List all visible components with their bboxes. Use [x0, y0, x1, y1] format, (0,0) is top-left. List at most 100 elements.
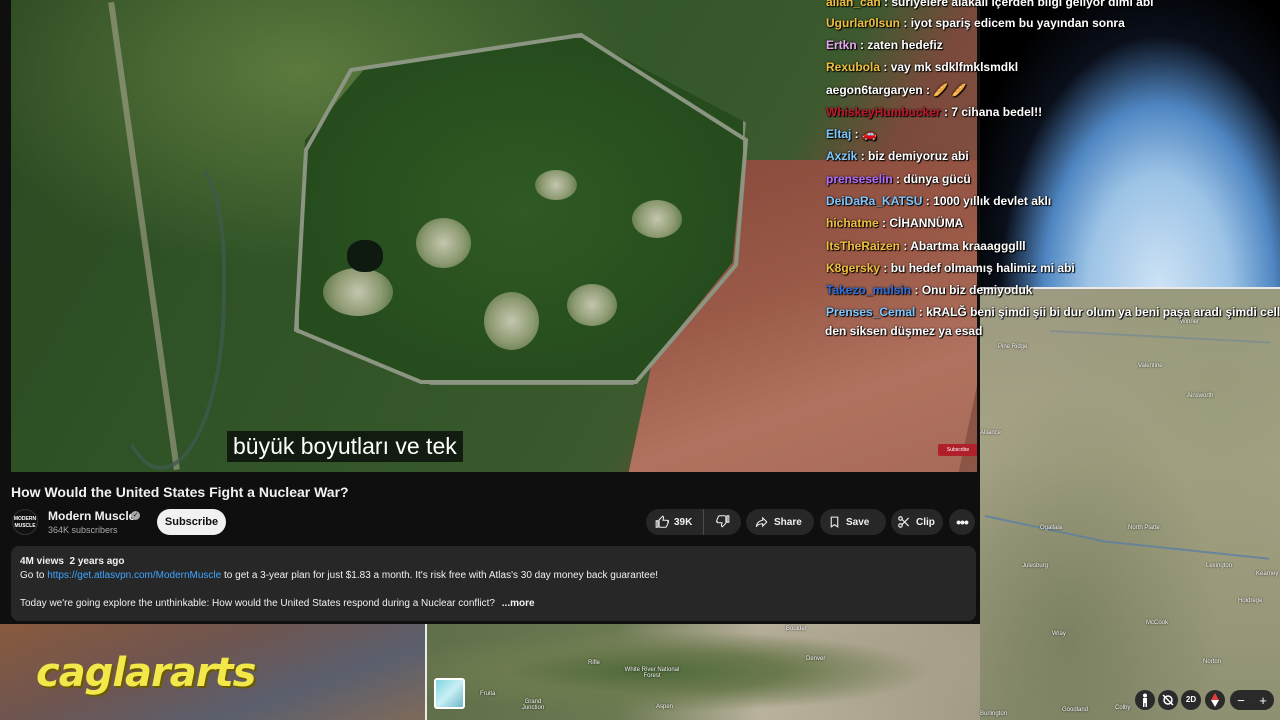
chat-separator: :: [922, 83, 934, 97]
scissors-icon: [897, 515, 911, 529]
chat-message: Eltaj : 🚗: [826, 127, 877, 141]
chat-separator: :: [880, 0, 892, 9]
missile-silo: [323, 268, 393, 316]
map-label-winner: Winner: [1180, 319, 1200, 325]
chat-username[interactable]: prenseselin: [826, 172, 893, 186]
chat-username[interactable]: ItsTheRaizen: [826, 239, 900, 253]
description-line: Go to https://get.atlasvpn.com/ModernMus…: [20, 570, 658, 581]
zoom-control: − +: [1230, 690, 1274, 710]
location-off-icon[interactable]: [1158, 690, 1178, 710]
compass-icon[interactable]: [1205, 690, 1225, 710]
chat-text: 🥖 🥖: [933, 83, 967, 97]
chat-text: süriyelere alakalı içerden bilgi geliyor…: [891, 0, 1154, 9]
more-actions-button[interactable]: •••: [949, 509, 975, 535]
terrain-map-bottom-view[interactable]: [425, 623, 980, 720]
share-arrow-icon: [754, 515, 769, 529]
chat-message: Axzik : biz demiyoruz abi: [826, 149, 969, 163]
terrain-map-view[interactable]: [978, 288, 1280, 720]
map-label-kearney: Kearney: [1256, 571, 1279, 577]
view-count: 4M views: [20, 556, 64, 567]
chat-separator: :: [880, 261, 891, 275]
share-label: Share: [774, 516, 802, 528]
subscribe-watermark[interactable]: Subscribe: [938, 444, 977, 456]
chat-message: DeiDaRa_KATSU : 1000 yıllık devlet aklı: [826, 194, 1051, 208]
description-prefix: Go to: [20, 570, 45, 581]
sponsor-link[interactable]: https://get.atlasvpn.com/ModernMuscle: [47, 570, 221, 581]
map-label-white-river: White River National Forest: [624, 667, 680, 679]
chat-text: 7 cihana bedel!!: [951, 105, 1043, 119]
channel-avatar[interactable]: MODERN MUSCLE: [12, 509, 38, 535]
chat-separator: :: [922, 194, 934, 208]
map-layer-toggle[interactable]: [434, 678, 465, 709]
description-suffix: to get a 3-year plan for just $1.83 a mo…: [224, 570, 659, 581]
chat-message: ItsTheRaizen : Abartma kraaaggglll: [826, 239, 1026, 253]
like-button[interactable]: 39K: [646, 509, 704, 535]
chat-username[interactable]: hichatme: [826, 216, 879, 230]
map-label-denver: Denver: [806, 656, 826, 662]
description-text: Today we're going explore the unthinkabl…: [20, 598, 495, 609]
chat-message: Takezo_mulsin : Onu biz demiyoduk: [826, 283, 1032, 297]
more-dots-icon: •••: [956, 514, 969, 530]
chat-username[interactable]: Prenses_Cemal: [826, 305, 915, 319]
dislike-button[interactable]: [704, 509, 741, 535]
chat-message: aegon6targaryen : 🥖 🥖: [826, 83, 967, 97]
chat-username[interactable]: WhiskeyHumbucker: [826, 105, 941, 119]
chat-username[interactable]: K8gersky: [826, 261, 880, 275]
map-label-alliance: Alliance: [980, 430, 1002, 436]
chat-username[interactable]: aegon6targaryen: [826, 83, 923, 97]
chat-message: Rexubola : vay mk sdklfmklsmdkl: [826, 60, 1018, 74]
chat-text: vay mk sdklfmklsmdkl: [890, 60, 1019, 74]
view-2d-button[interactable]: 2D: [1181, 690, 1201, 710]
chat-username[interactable]: Takezo_mulsin: [826, 283, 911, 297]
chat-username[interactable]: Axzik: [826, 149, 857, 163]
chat-separator: :: [857, 149, 869, 163]
chat-text: dünya gücü: [903, 172, 971, 186]
chat-username[interactable]: Ertkn: [826, 38, 857, 52]
thumbs-down-icon: [715, 514, 730, 531]
chat-username[interactable]: allah_can: [826, 0, 881, 9]
chat-text: 1000 yıllık devlet aklı: [933, 194, 1052, 208]
map-label-goodland: Goodland: [1062, 707, 1089, 713]
share-button[interactable]: Share: [746, 509, 814, 535]
subscribe-button[interactable]: Subscribe: [157, 509, 226, 535]
like-dislike-group: 39K: [646, 509, 741, 535]
chat-separator: :: [892, 172, 904, 186]
chat-text: zaten hedefiz: [867, 38, 943, 52]
subscriber-count: 364K subscribers: [48, 525, 118, 535]
chat-text: Abartma kraaaggglll: [910, 239, 1026, 253]
map-label-rifle: Rifle: [588, 660, 601, 666]
chat-username[interactable]: Ugurlar0lsun: [826, 16, 900, 30]
like-count: 39K: [674, 516, 693, 528]
map-label-aspen: Aspen: [656, 704, 674, 710]
chat-separator: :: [900, 239, 911, 253]
clip-button[interactable]: Clip: [891, 509, 943, 535]
chat-text: iyot spariş edicem bu yayından sonra: [910, 16, 1125, 30]
video-meta: 4M views 2 years ago: [20, 556, 125, 567]
chat-text: Onu biz demiyoduk: [921, 283, 1033, 297]
chat-separator: :: [915, 305, 927, 319]
save-label: Save: [846, 516, 870, 528]
chat-separator: :: [900, 16, 911, 30]
pegman-icon[interactable]: [1135, 690, 1155, 710]
zoom-out-button[interactable]: −: [1237, 693, 1245, 708]
chat-username[interactable]: DeiDaRa_KATSU: [826, 194, 922, 208]
zoom-in-button[interactable]: +: [1259, 693, 1267, 708]
chat-message: K8gersky : bu hedef olmamış halimiz mi a…: [826, 261, 1075, 275]
streamer-logo: caglararts: [36, 650, 256, 696]
upload-age: 2 years ago: [69, 556, 125, 567]
map-label-norton: Norton: [1203, 659, 1222, 665]
chat-username[interactable]: Rexubola: [826, 60, 880, 74]
channel-name[interactable]: Modern Muscle: [48, 509, 135, 523]
description-line: Today we're going explore the unthinkabl…: [20, 598, 535, 609]
chat-text: kRALĞ beni şimdi şii bi dur olum ya beni…: [926, 305, 1280, 319]
map-label-mccook: McCook: [1146, 620, 1169, 626]
chat-username[interactable]: Eltaj: [826, 127, 851, 141]
chat-text: bu hedef olmamış halimiz mi abi: [890, 261, 1075, 275]
map-label-boulder: Boulder: [786, 626, 807, 632]
show-more-link[interactable]: ...more: [502, 598, 535, 609]
description-box[interactable]: [11, 546, 976, 621]
save-button[interactable]: Save: [820, 509, 886, 535]
video-river: [106, 150, 226, 470]
clip-label: Clip: [916, 516, 935, 528]
bookmark-icon: [828, 515, 841, 529]
